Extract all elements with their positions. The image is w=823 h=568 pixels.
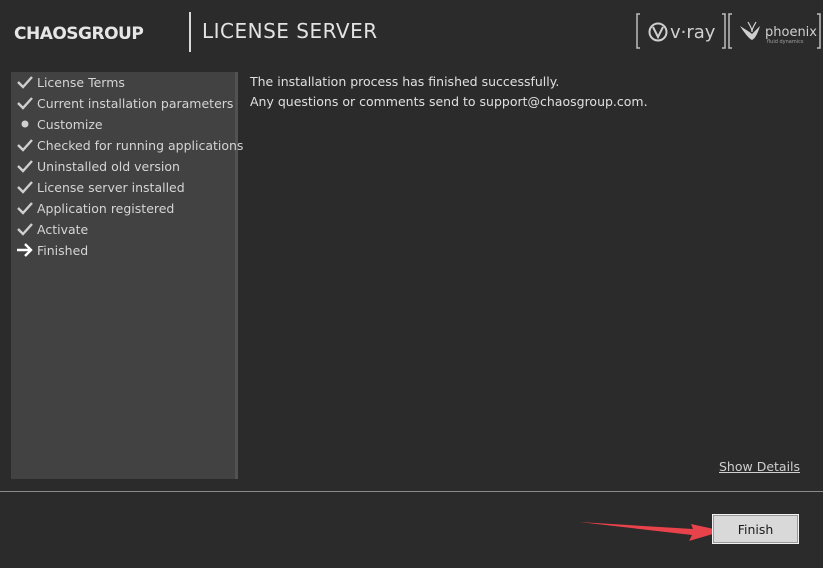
arrow-right-icon <box>17 243 33 257</box>
steps-sidebar: License Terms Current installation param… <box>11 72 243 479</box>
step-label: Checked for running applications <box>37 138 244 153</box>
svg-text:phoenix: phoenix <box>765 25 817 40</box>
footer-divider <box>0 491 823 492</box>
check-icon <box>17 97 33 110</box>
step-finished: Finished <box>11 240 235 261</box>
vray-logo: v·ray <box>636 13 726 49</box>
step-uninstalled-old-version: Uninstalled old version <box>11 156 235 177</box>
step-activate: Activate <box>11 219 235 240</box>
check-icon <box>17 181 33 194</box>
step-label: Activate <box>37 222 89 237</box>
phoenix-logo: phoenix fluid dynamics <box>728 13 821 49</box>
step-checked-running-apps: Checked for running applications <box>11 135 243 156</box>
step-label: License Terms <box>37 75 125 90</box>
step-license-terms: License Terms <box>11 72 235 93</box>
check-icon <box>17 223 33 236</box>
show-details-link[interactable]: Show Details <box>719 459 800 474</box>
step-label: Finished <box>37 243 89 258</box>
step-label: Uninstalled old version <box>37 159 180 174</box>
main-content: The installation process has finished su… <box>250 72 810 112</box>
header: CHAOSGROUP LICENSE SERVER v·ray phoenix … <box>0 0 823 64</box>
svg-text:v·ray: v·ray <box>670 22 716 43</box>
success-message: The installation process has finished su… <box>250 74 560 89</box>
partner-logos: v·ray phoenix fluid dynamics <box>636 13 821 49</box>
product-title: LICENSE SERVER <box>202 19 378 43</box>
step-label: Current installation parameters <box>37 96 234 111</box>
check-icon <box>17 160 33 173</box>
check-icon <box>17 76 33 89</box>
svg-text:fluid dynamics: fluid dynamics <box>767 39 804 45</box>
support-message: Any questions or comments send to suppor… <box>250 94 648 109</box>
check-icon <box>17 139 33 152</box>
check-icon <box>17 202 33 215</box>
step-label: Application registered <box>37 201 175 216</box>
step-label: License server installed <box>37 180 185 195</box>
step-current-installation-parameters: Current installation parameters <box>11 93 235 114</box>
step-application-registered: Application registered <box>11 198 235 219</box>
bullet-icon <box>21 120 29 128</box>
annotation-arrow <box>579 522 723 541</box>
step-label: Customize <box>37 117 103 132</box>
header-divider <box>189 12 191 52</box>
svg-text:CHAOSGROUP: CHAOSGROUP <box>14 24 143 44</box>
finish-button[interactable]: Finish <box>712 514 799 544</box>
step-license-server-installed: License server installed <box>11 177 235 198</box>
step-customize: Customize <box>11 114 235 135</box>
chaosgroup-logo: CHAOSGROUP <box>14 24 144 44</box>
